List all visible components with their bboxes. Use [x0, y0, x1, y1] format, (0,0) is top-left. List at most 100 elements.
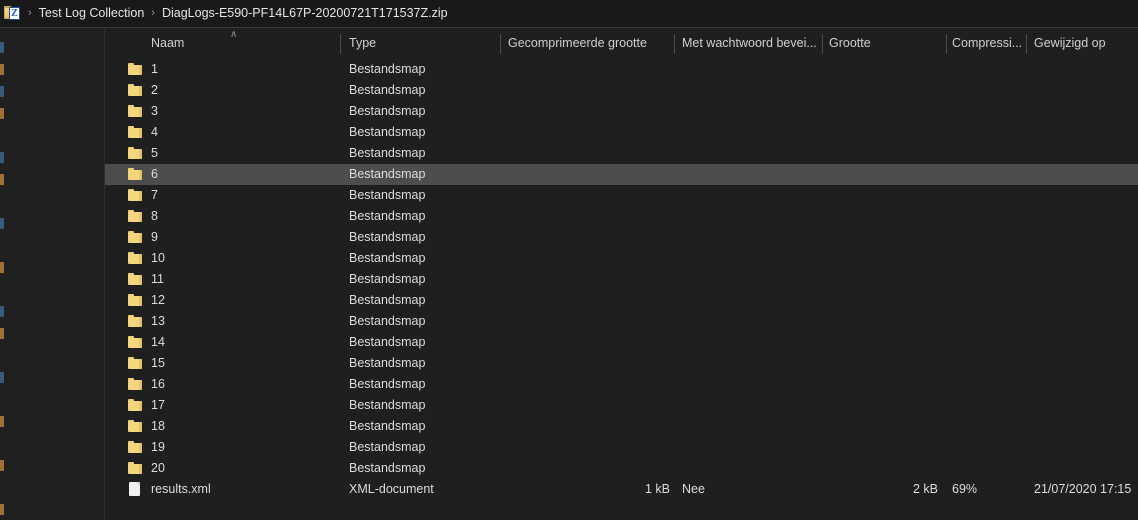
cell-name: 20	[151, 461, 165, 475]
cell-type: Bestandsmap	[349, 272, 426, 286]
folder-icon	[125, 311, 145, 332]
cell-type: Bestandsmap	[349, 125, 426, 139]
cell-name: 11	[151, 272, 164, 286]
table-row[interactable]: 5 Bestandsmap	[105, 143, 1138, 164]
folder-icon	[125, 437, 145, 458]
nav-item-icon-sliver	[0, 460, 4, 471]
nav-item-icon-sliver	[0, 328, 4, 339]
breadcrumb-separator-0: ›	[28, 7, 32, 19]
cell-type: Bestandsmap	[349, 230, 426, 244]
file-rows: 1 Bestandsmap 2 Bestandsmap 3 Bestandsmap 4 Bes…	[105, 59, 1138, 500]
column-header-type[interactable]: Type	[349, 28, 376, 59]
folder-icon	[125, 332, 145, 353]
cell-name: 9	[151, 230, 158, 244]
table-row[interactable]: 3 Bestandsmap	[105, 101, 1138, 122]
table-row[interactable]: 6 Bestandsmap	[105, 164, 1138, 185]
table-row[interactable]: 14 Bestandsmap	[105, 332, 1138, 353]
column-header-prot[interactable]: Met wachtwoord bevei...	[682, 28, 817, 59]
table-row[interactable]: 2 Bestandsmap	[105, 80, 1138, 101]
column-header-ratio[interactable]: Compressi...	[952, 28, 1022, 59]
folder-icon	[125, 80, 145, 101]
cell-type: XML-document	[349, 482, 434, 496]
table-row[interactable]: 20 Bestandsmap	[105, 458, 1138, 479]
navigation-pane[interactable]	[0, 28, 104, 520]
zip-badge-letter: Z	[9, 7, 20, 20]
breadcrumb-item-1[interactable]: DiagLogs-E590-PF14L67P-20200721T171537Z.…	[162, 0, 448, 27]
cell-type: Bestandsmap	[349, 335, 426, 349]
table-row[interactable]: 16 Bestandsmap	[105, 374, 1138, 395]
column-resize-handle-size[interactable]	[946, 34, 947, 54]
cell-name: 15	[151, 356, 165, 370]
column-resize-handle-prot[interactable]	[822, 34, 823, 54]
table-row[interactable]: 7 Bestandsmap	[105, 185, 1138, 206]
nav-item-icon-sliver	[0, 416, 4, 427]
column-header-date[interactable]: Gewijzigd op	[1034, 28, 1106, 59]
column-header-name[interactable]: Naam	[151, 28, 184, 59]
table-row[interactable]: 10 Bestandsmap	[105, 248, 1138, 269]
cell-name: 3	[151, 104, 158, 118]
cell-name: 19	[151, 440, 165, 454]
column-header-size[interactable]: Grootte	[829, 28, 871, 59]
folder-icon	[125, 395, 145, 416]
cell-type: Bestandsmap	[349, 293, 426, 307]
column-resize-handle-name[interactable]	[340, 34, 341, 54]
table-row[interactable]: 8 Bestandsmap	[105, 206, 1138, 227]
cell-name: 1	[151, 62, 158, 76]
nav-item-icon-sliver	[0, 64, 4, 75]
table-row[interactable]: results.xml XML-document 1 kB Nee 2 kB 69% 21/…	[105, 479, 1138, 500]
folder-icon	[125, 269, 145, 290]
folder-icon	[125, 374, 145, 395]
column-resize-handle-ratio[interactable]	[1026, 34, 1027, 54]
cell-type: Bestandsmap	[349, 146, 426, 160]
sort-ascending-icon: ∧	[230, 29, 238, 40]
cell-type: Bestandsmap	[349, 398, 426, 412]
table-row[interactable]: 18 Bestandsmap	[105, 416, 1138, 437]
table-row[interactable]: 11 Bestandsmap	[105, 269, 1138, 290]
folder-icon	[125, 101, 145, 122]
folder-icon	[125, 416, 145, 437]
cell-prot: Nee	[682, 482, 705, 496]
cell-type: Bestandsmap	[349, 419, 426, 433]
column-header-row: ∧ Naam Type Gecomprimeerde grootte Met wacht…	[105, 28, 1138, 59]
cell-size: 2 kB	[912, 482, 938, 496]
cell-ratio: 69%	[952, 482, 978, 496]
cell-type: Bestandsmap	[349, 104, 426, 118]
cell-date: 21/07/2020 17:15	[1034, 482, 1132, 496]
folder-icon	[125, 227, 145, 248]
folder-icon	[125, 248, 145, 269]
folder-icon	[125, 164, 145, 185]
folder-icon	[125, 353, 145, 374]
cell-type: Bestandsmap	[349, 167, 426, 181]
cell-name: 14	[151, 335, 165, 349]
nav-item-icon-sliver	[0, 174, 4, 185]
folder-icon	[125, 143, 145, 164]
breadcrumb-item-0[interactable]: Test Log Collection	[39, 0, 145, 27]
nav-item-icon-sliver	[0, 152, 4, 163]
breadcrumb-separator-1: ›	[151, 7, 155, 19]
cell-type: Bestandsmap	[349, 209, 426, 223]
cell-type: Bestandsmap	[349, 62, 426, 76]
table-row[interactable]: 4 Bestandsmap	[105, 122, 1138, 143]
cell-name: 8	[151, 209, 158, 223]
folder-icon	[125, 185, 145, 206]
table-row[interactable]: 19 Bestandsmap	[105, 437, 1138, 458]
cell-name: 2	[151, 83, 158, 97]
cell-csize: 1 kB	[644, 482, 670, 496]
table-row[interactable]: 9 Bestandsmap	[105, 227, 1138, 248]
cell-name: 7	[151, 188, 158, 202]
column-header-csize[interactable]: Gecomprimeerde grootte	[508, 28, 647, 59]
folder-icon	[125, 458, 145, 479]
cell-type: Bestandsmap	[349, 251, 426, 265]
table-row[interactable]: 1 Bestandsmap	[105, 59, 1138, 80]
folder-icon	[125, 122, 145, 143]
cell-type: Bestandsmap	[349, 314, 426, 328]
table-row[interactable]: 15 Bestandsmap	[105, 353, 1138, 374]
table-row[interactable]: 17 Bestandsmap	[105, 395, 1138, 416]
column-resize-handle-type[interactable]	[500, 34, 501, 54]
cell-name: 10	[151, 251, 165, 265]
file-list-view[interactable]: ∧ Naam Type Gecomprimeerde grootte Met wacht…	[105, 28, 1138, 520]
cell-name: 18	[151, 419, 165, 433]
column-resize-handle-csize[interactable]	[674, 34, 675, 54]
table-row[interactable]: 12 Bestandsmap	[105, 290, 1138, 311]
table-row[interactable]: 13 Bestandsmap	[105, 311, 1138, 332]
